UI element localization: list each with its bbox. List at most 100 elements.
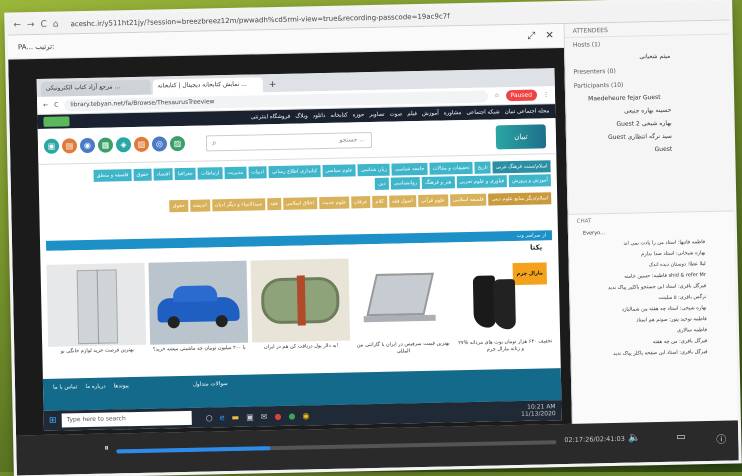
product-caption[interactable]: ۲۷% تخفیف ۶۴۰ هزار تومان بوت های مردانه …: [456, 338, 554, 354]
category-chip[interactable]: اسلام/سنت فرهنگ غربی: [492, 160, 551, 174]
task-view-icon[interactable]: ○: [206, 413, 213, 422]
nav-item[interactable]: دانلود: [313, 113, 326, 119]
category-chip[interactable]: ارتباطات: [197, 167, 223, 180]
menu-icon[interactable]: ⋮: [543, 91, 555, 98]
product-caption[interactable]: به دلار پول دریافت کن هم در ایران!: [252, 343, 350, 359]
category-chip[interactable]: اسلام/دیگر منابع علوم دینی: [488, 192, 552, 206]
category-chip[interactable]: علوم سیاسی: [322, 164, 356, 178]
footer-link[interactable]: پیوندها: [114, 383, 129, 389]
nav-item[interactable]: فیلم: [407, 111, 417, 117]
category-chip[interactable]: زبان شناسی: [357, 163, 391, 177]
fullscreen-icon[interactable]: ⤢: [527, 31, 535, 42]
app-icon[interactable]: ▤: [61, 138, 78, 154]
car-wheel: [215, 315, 228, 328]
category-chip[interactable]: اصول فقه: [388, 195, 417, 208]
volume-icon[interactable]: 🔈: [628, 432, 641, 443]
category-chip[interactable]: علوم قرآنی: [417, 194, 449, 208]
captions-icon[interactable]: ▭: [676, 431, 686, 442]
category-chip[interactable]: تاریخ: [474, 161, 491, 174]
nav-item[interactable]: آموزش: [422, 111, 439, 117]
category-chip[interactable]: تحقیقات و مقالات: [429, 161, 473, 175]
playback-scrubber[interactable]: [116, 440, 557, 454]
category-chip[interactable]: کلام: [372, 195, 387, 209]
reload-icon[interactable]: C: [40, 19, 47, 29]
product-fridge[interactable]: [46, 262, 147, 347]
windows-start-icon[interactable]: ⊞: [44, 416, 62, 426]
app-icon[interactable]: ▧: [133, 136, 150, 152]
category-chip[interactable]: هنر و فرهنگ: [421, 176, 455, 189]
product-car[interactable]: [148, 260, 249, 345]
category-chip[interactable]: آموزش و پرورش: [508, 174, 551, 188]
footer-link[interactable]: تماس با ما: [53, 384, 78, 391]
category-chip[interactable]: حقوق: [169, 199, 188, 213]
product-caption[interactable]: با ۲۰۰ میلیون تومان چه ماشینی میشه خرید؟: [150, 345, 248, 361]
folder-icon[interactable]: ▬: [232, 412, 240, 421]
store-icon[interactable]: ▣: [246, 412, 254, 421]
category-chip[interactable]: جغرافیا: [174, 167, 197, 181]
nav-item[interactable]: وبلاگ: [295, 113, 308, 119]
app-icon[interactable]: ◎: [151, 136, 168, 152]
nav-item[interactable]: صوت: [389, 111, 402, 117]
category-chip[interactable]: اندیشه: [189, 199, 210, 212]
playback-time: 02:17:26/02:41:03: [564, 434, 625, 445]
product-caption[interactable]: بهترین قیمت سرفیس در ایران با گارانتی بی…: [354, 340, 452, 356]
nav-item[interactable]: کتابخانه: [330, 113, 347, 119]
category-chip[interactable]: روانشناسی: [390, 177, 421, 190]
site-search-input[interactable]: ⌕ جستجو ...: [205, 132, 373, 152]
category-chip[interactable]: سیدالانبیاء و دیگر ادیان: [211, 198, 266, 212]
product-laptop[interactable]: [352, 256, 453, 341]
app-icon[interactable]: ▦: [97, 137, 114, 153]
product-money[interactable]: [250, 258, 351, 343]
reload-icon[interactable]: C: [54, 102, 58, 109]
category-chip[interactable]: مدیریت: [224, 166, 247, 180]
close-icon[interactable]: ✕: [545, 30, 554, 41]
nav-item[interactable]: مجله اجتماعی تبیان: [505, 108, 550, 115]
login-button[interactable]: [43, 116, 70, 127]
system-tray[interactable]: 10:21 AM 11/13/2020: [521, 403, 562, 418]
category-chip[interactable]: کتابداری اطلاع رسانی: [268, 165, 321, 179]
shoe-image: [492, 279, 516, 330]
category-chip[interactable]: فلسفه اسلامی: [449, 193, 487, 207]
app-icon[interactable]: ●: [288, 411, 295, 420]
category-chip[interactable]: فناوری و علوم تجربی: [456, 175, 508, 189]
category-chip[interactable]: عرفان: [350, 196, 371, 209]
category-chip[interactable]: اخلاق اسلامی: [282, 197, 318, 210]
new-tab-icon[interactable]: +: [265, 80, 281, 92]
product-shoes[interactable]: مارال چرم: [454, 254, 555, 339]
category-chip[interactable]: فلسفه و منطق: [93, 169, 132, 182]
pause-icon[interactable]: ⏸: [104, 444, 109, 454]
service-icons: ▣ ▤ ◉ ▦ ◈ ▧ ◎ ▨: [43, 135, 186, 154]
faq-link[interactable]: سوالات متداول: [193, 381, 228, 388]
nav-item[interactable]: تصاویر: [369, 112, 384, 118]
category-chip[interactable]: جامعه شناسی: [391, 162, 428, 176]
nav-item[interactable]: فروشگاه اینترنتی: [251, 114, 291, 121]
info-icon[interactable]: ⓘ: [716, 431, 726, 446]
site-logo[interactable]: تبیان: [495, 124, 547, 150]
chrome-icon[interactable]: ◉: [302, 411, 309, 420]
star-icon[interactable]: ☆: [494, 92, 500, 99]
footer-link[interactable]: درباره ما: [85, 384, 105, 390]
home-icon[interactable]: ⌂: [53, 19, 59, 29]
nav-item[interactable]: حوزه: [353, 112, 365, 118]
app-icon[interactable]: ●: [274, 411, 281, 420]
forward-icon[interactable]: →: [27, 20, 35, 30]
category-chip[interactable]: اقتصاد: [153, 168, 174, 181]
category-chip[interactable]: حقوق: [133, 168, 152, 182]
nav-item[interactable]: مشاوره: [444, 110, 462, 116]
category-chip[interactable]: دین: [375, 177, 389, 190]
app-icon[interactable]: ◈: [115, 137, 132, 153]
category-chip[interactable]: ادبیات: [248, 166, 268, 179]
taskbar-search-input[interactable]: Type here to search: [61, 410, 192, 428]
category-chip[interactable]: علوم حدیث: [318, 196, 350, 210]
category-chip[interactable]: فقه: [267, 197, 281, 211]
back-icon[interactable]: ←: [13, 20, 21, 30]
app-icon[interactable]: ▨: [169, 135, 186, 152]
app-icon[interactable]: ◉: [79, 137, 96, 154]
back-icon[interactable]: ←: [43, 102, 48, 109]
paused-badge[interactable]: Paused: [505, 89, 538, 102]
edge-icon[interactable]: e: [220, 413, 225, 422]
product-caption[interactable]: بهترین فرصت خرید لوازم خانگی نو: [48, 347, 146, 363]
app-icon[interactable]: ▣: [43, 138, 60, 154]
mail-icon[interactable]: ✉: [261, 412, 268, 421]
nav-item[interactable]: شبکه اجتماعی: [466, 109, 499, 116]
